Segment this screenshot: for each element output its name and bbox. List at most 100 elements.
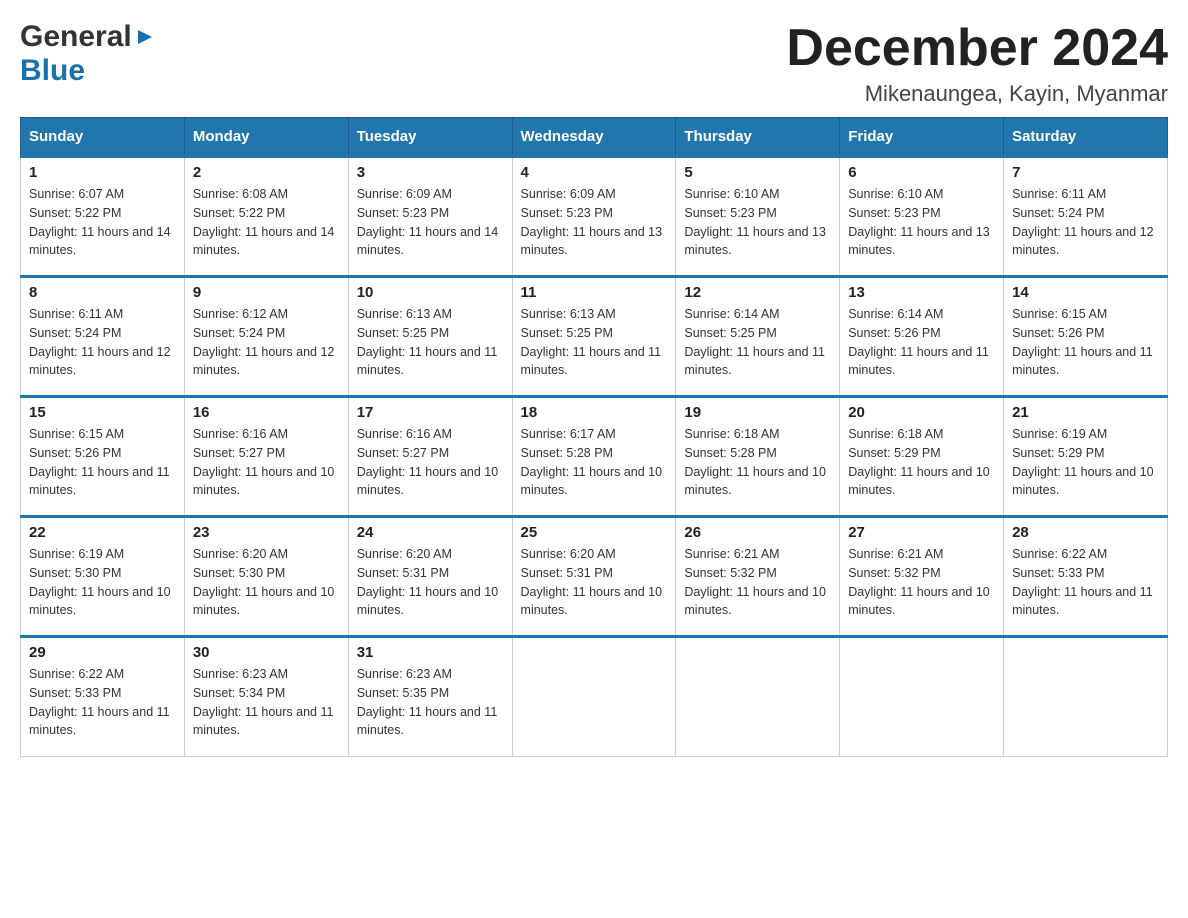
daylight-label: Daylight: 11 hours and 14 minutes.	[193, 225, 335, 258]
day-number: 10	[357, 284, 504, 301]
calendar-day-cell: 27 Sunrise: 6:21 AM Sunset: 5:32 PM Dayl…	[840, 517, 1004, 637]
day-info: Sunrise: 6:13 AM Sunset: 5:25 PM Dayligh…	[521, 305, 668, 380]
calendar-day-cell: 22 Sunrise: 6:19 AM Sunset: 5:30 PM Dayl…	[21, 517, 185, 637]
day-number: 21	[1012, 404, 1159, 421]
sunrise-label: Sunrise: 6:18 AM	[684, 427, 779, 441]
daylight-label: Daylight: 11 hours and 14 minutes.	[29, 225, 171, 258]
sunset-label: Sunset: 5:23 PM	[521, 206, 613, 220]
sunset-label: Sunset: 5:28 PM	[521, 446, 613, 460]
sunrise-label: Sunrise: 6:12 AM	[193, 307, 288, 321]
calendar-day-cell: 26 Sunrise: 6:21 AM Sunset: 5:32 PM Dayl…	[676, 517, 840, 637]
weekday-header-monday: Monday	[184, 118, 348, 157]
sunset-label: Sunset: 5:30 PM	[29, 566, 121, 580]
day-number: 29	[29, 644, 176, 661]
daylight-label: Daylight: 11 hours and 10 minutes.	[193, 465, 335, 498]
day-info: Sunrise: 6:20 AM Sunset: 5:31 PM Dayligh…	[357, 545, 504, 620]
calendar-day-cell: 15 Sunrise: 6:15 AM Sunset: 5:26 PM Dayl…	[21, 397, 185, 517]
day-number: 19	[684, 404, 831, 421]
weekday-header-sunday: Sunday	[21, 118, 185, 157]
sunset-label: Sunset: 5:33 PM	[29, 686, 121, 700]
calendar-day-cell: 5 Sunrise: 6:10 AM Sunset: 5:23 PM Dayli…	[676, 157, 840, 277]
day-number: 23	[193, 524, 340, 541]
day-info: Sunrise: 6:09 AM Sunset: 5:23 PM Dayligh…	[357, 185, 504, 260]
sunset-label: Sunset: 5:23 PM	[684, 206, 776, 220]
day-info: Sunrise: 6:16 AM Sunset: 5:27 PM Dayligh…	[193, 425, 340, 500]
day-info: Sunrise: 6:17 AM Sunset: 5:28 PM Dayligh…	[521, 425, 668, 500]
day-info: Sunrise: 6:21 AM Sunset: 5:32 PM Dayligh…	[684, 545, 831, 620]
calendar-day-cell: 12 Sunrise: 6:14 AM Sunset: 5:25 PM Dayl…	[676, 277, 840, 397]
day-info: Sunrise: 6:22 AM Sunset: 5:33 PM Dayligh…	[29, 665, 176, 740]
daylight-label: Daylight: 11 hours and 10 minutes.	[521, 465, 663, 498]
sunset-label: Sunset: 5:22 PM	[193, 206, 285, 220]
day-info: Sunrise: 6:23 AM Sunset: 5:34 PM Dayligh…	[193, 665, 340, 740]
day-number: 25	[521, 524, 668, 541]
day-info: Sunrise: 6:08 AM Sunset: 5:22 PM Dayligh…	[193, 185, 340, 260]
day-number: 28	[1012, 524, 1159, 541]
sunrise-label: Sunrise: 6:20 AM	[193, 547, 288, 561]
sunrise-label: Sunrise: 6:14 AM	[684, 307, 779, 321]
weekday-header-friday: Friday	[840, 118, 1004, 157]
empty-cell	[840, 637, 1004, 757]
calendar-day-cell: 10 Sunrise: 6:13 AM Sunset: 5:25 PM Dayl…	[348, 277, 512, 397]
day-number: 14	[1012, 284, 1159, 301]
calendar-day-cell: 31 Sunrise: 6:23 AM Sunset: 5:35 PM Dayl…	[348, 637, 512, 757]
day-number: 7	[1012, 164, 1159, 181]
logo-blue-text: Blue	[20, 54, 85, 87]
calendar-day-cell: 25 Sunrise: 6:20 AM Sunset: 5:31 PM Dayl…	[512, 517, 676, 637]
daylight-label: Daylight: 11 hours and 10 minutes.	[193, 585, 335, 618]
day-info: Sunrise: 6:11 AM Sunset: 5:24 PM Dayligh…	[1012, 185, 1159, 260]
sunset-label: Sunset: 5:32 PM	[684, 566, 776, 580]
day-info: Sunrise: 6:18 AM Sunset: 5:28 PM Dayligh…	[684, 425, 831, 500]
sunset-label: Sunset: 5:23 PM	[848, 206, 940, 220]
sunrise-label: Sunrise: 6:22 AM	[1012, 547, 1107, 561]
calendar-day-cell: 21 Sunrise: 6:19 AM Sunset: 5:29 PM Dayl…	[1004, 397, 1168, 517]
day-info: Sunrise: 6:16 AM Sunset: 5:27 PM Dayligh…	[357, 425, 504, 500]
sunrise-label: Sunrise: 6:20 AM	[357, 547, 452, 561]
daylight-label: Daylight: 11 hours and 12 minutes.	[193, 345, 335, 378]
calendar-day-cell: 16 Sunrise: 6:16 AM Sunset: 5:27 PM Dayl…	[184, 397, 348, 517]
day-number: 30	[193, 644, 340, 661]
sunrise-label: Sunrise: 6:14 AM	[848, 307, 943, 321]
day-number: 17	[357, 404, 504, 421]
daylight-label: Daylight: 11 hours and 13 minutes.	[848, 225, 990, 258]
calendar-day-cell: 18 Sunrise: 6:17 AM Sunset: 5:28 PM Dayl…	[512, 397, 676, 517]
day-number: 1	[29, 164, 176, 181]
day-info: Sunrise: 6:14 AM Sunset: 5:26 PM Dayligh…	[848, 305, 995, 380]
calendar-week-row: 1 Sunrise: 6:07 AM Sunset: 5:22 PM Dayli…	[21, 157, 1168, 277]
calendar-table: SundayMondayTuesdayWednesdayThursdayFrid…	[20, 117, 1168, 757]
calendar-day-cell: 8 Sunrise: 6:11 AM Sunset: 5:24 PM Dayli…	[21, 277, 185, 397]
sunset-label: Sunset: 5:24 PM	[29, 326, 121, 340]
calendar-day-cell: 30 Sunrise: 6:23 AM Sunset: 5:34 PM Dayl…	[184, 637, 348, 757]
day-number: 11	[521, 284, 668, 301]
weekday-header-saturday: Saturday	[1004, 118, 1168, 157]
sunset-label: Sunset: 5:26 PM	[848, 326, 940, 340]
sunrise-label: Sunrise: 6:23 AM	[193, 667, 288, 681]
location-text: Mikenaungea, Kayin, Myanmar	[786, 81, 1168, 107]
calendar-week-row: 22 Sunrise: 6:19 AM Sunset: 5:30 PM Dayl…	[21, 517, 1168, 637]
sunset-label: Sunset: 5:26 PM	[1012, 326, 1104, 340]
sunrise-label: Sunrise: 6:10 AM	[684, 187, 779, 201]
logo: General Blue	[20, 20, 154, 88]
calendar-day-cell: 13 Sunrise: 6:14 AM Sunset: 5:26 PM Dayl…	[840, 277, 1004, 397]
daylight-label: Daylight: 11 hours and 10 minutes.	[357, 585, 499, 618]
day-number: 13	[848, 284, 995, 301]
calendar-week-row: 29 Sunrise: 6:22 AM Sunset: 5:33 PM Dayl…	[21, 637, 1168, 757]
daylight-label: Daylight: 11 hours and 13 minutes.	[684, 225, 826, 258]
day-info: Sunrise: 6:19 AM Sunset: 5:30 PM Dayligh…	[29, 545, 176, 620]
empty-cell	[676, 637, 840, 757]
empty-cell	[1004, 637, 1168, 757]
sunrise-label: Sunrise: 6:19 AM	[29, 547, 124, 561]
calendar-day-cell: 28 Sunrise: 6:22 AM Sunset: 5:33 PM Dayl…	[1004, 517, 1168, 637]
daylight-label: Daylight: 11 hours and 11 minutes.	[29, 705, 170, 738]
day-number: 31	[357, 644, 504, 661]
sunrise-label: Sunrise: 6:13 AM	[357, 307, 452, 321]
calendar-week-row: 8 Sunrise: 6:11 AM Sunset: 5:24 PM Dayli…	[21, 277, 1168, 397]
daylight-label: Daylight: 11 hours and 10 minutes.	[684, 465, 826, 498]
calendar-day-cell: 14 Sunrise: 6:15 AM Sunset: 5:26 PM Dayl…	[1004, 277, 1168, 397]
weekday-header-tuesday: Tuesday	[348, 118, 512, 157]
sunset-label: Sunset: 5:32 PM	[848, 566, 940, 580]
daylight-label: Daylight: 11 hours and 11 minutes.	[29, 465, 170, 498]
calendar-day-cell: 23 Sunrise: 6:20 AM Sunset: 5:30 PM Dayl…	[184, 517, 348, 637]
sunset-label: Sunset: 5:31 PM	[357, 566, 449, 580]
sunrise-label: Sunrise: 6:09 AM	[521, 187, 616, 201]
